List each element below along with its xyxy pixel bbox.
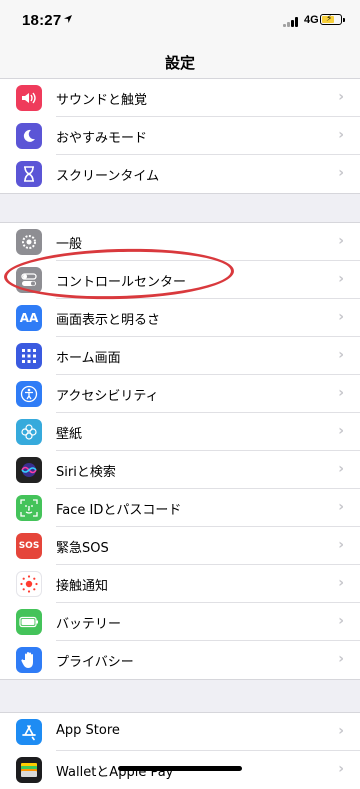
settings-row-siri-search[interactable]: Siriと検索 › [0, 451, 360, 489]
home-indicator[interactable] [118, 766, 242, 771]
row-label: 画面表示と明るさ [56, 313, 161, 328]
row-label: 緊急SOS [56, 541, 109, 556]
chevron-right-icon: › [338, 309, 344, 325]
settings-group-3: App Store › WalletとApple Pay › [0, 712, 360, 789]
row-label: おやすみモード [56, 131, 148, 146]
app-store-icon [16, 719, 42, 745]
gear-icon [16, 229, 42, 255]
row-label: スクリーンタイム [56, 169, 160, 184]
hourglass-icon [16, 161, 42, 187]
status-time: 18:27 [22, 12, 62, 29]
row-label: サウンドと触覚 [56, 93, 148, 108]
row-label: 一般 [56, 237, 83, 252]
siri-icon [16, 457, 42, 483]
navigation-bar: 設定 [0, 44, 360, 80]
settings-row-battery[interactable]: バッテリー › [0, 603, 360, 641]
page-title: 設定 [164, 54, 195, 72]
chevron-right-icon: › [338, 761, 344, 777]
settings-row-accessibility[interactable]: アクセシビリティ › [0, 375, 360, 413]
settings-row-privacy[interactable]: プライバシー › [0, 641, 360, 679]
network-type: 4G [304, 14, 319, 26]
battery-icon: ⚡ [320, 14, 345, 25]
wallet-icon [16, 757, 42, 783]
flower-icon [16, 419, 42, 445]
status-bar: 18:27 4G ⚡ [0, 0, 360, 44]
row-label: プライバシー [56, 655, 134, 670]
row-label: App Store [56, 723, 120, 738]
settings-row-face-id[interactable]: Face IDとパスコード › [0, 489, 360, 527]
chevron-right-icon: › [338, 347, 344, 363]
sos-icon: SOS [16, 533, 42, 559]
row-label: バッテリー [56, 617, 122, 632]
settings-row-do-not-disturb[interactable]: おやすみモード › [0, 117, 360, 155]
hand-icon [16, 647, 42, 673]
moon-icon [16, 123, 42, 149]
chevron-right-icon: › [338, 723, 344, 739]
chevron-right-icon: › [338, 271, 344, 287]
exposure-icon [16, 571, 42, 597]
settings-row-emergency-sos[interactable]: SOS 緊急SOS › [0, 527, 360, 565]
chevron-right-icon: › [338, 423, 344, 439]
chevron-right-icon: › [338, 499, 344, 515]
chevron-right-icon: › [338, 537, 344, 553]
chevron-right-icon: › [338, 233, 344, 249]
location-arrow-icon [64, 15, 72, 23]
accessibility-icon [16, 381, 42, 407]
cellular-signal-icon [283, 17, 301, 27]
row-label: 壁紙 [56, 427, 83, 442]
settings-row-sounds[interactable]: サウンドと触覚 › [0, 79, 360, 117]
row-label: Face IDとパスコード [56, 503, 182, 518]
chevron-right-icon: › [338, 89, 344, 105]
settings-row-app-store[interactable]: App Store › [0, 713, 360, 751]
text-size-icon: AA [16, 305, 42, 331]
chevron-right-icon: › [338, 127, 344, 143]
chevron-right-icon: › [338, 613, 344, 629]
row-label: ホーム画面 [56, 351, 121, 366]
settings-row-screen-time[interactable]: スクリーンタイム › [0, 155, 360, 193]
speaker-icon [16, 85, 42, 111]
chevron-right-icon: › [338, 651, 344, 667]
row-label: アクセシビリティ [56, 389, 159, 404]
settings-row-exposure-notifications[interactable]: 接触通知 › [0, 565, 360, 603]
settings-row-wallpaper[interactable]: 壁紙 › [0, 413, 360, 451]
settings-group-1: サウンドと触覚 › おやすみモード › スクリーンタイム › [0, 78, 360, 194]
row-label: Siriと検索 [56, 465, 116, 480]
settings-row-display-brightness[interactable]: AA 画面表示と明るさ › [0, 299, 360, 337]
settings-row-home-screen[interactable]: ホーム画面 › [0, 337, 360, 375]
chevron-right-icon: › [338, 461, 344, 477]
grid-icon [16, 343, 42, 369]
row-label: 接触通知 [56, 579, 109, 594]
battery-icon [16, 609, 42, 635]
chevron-right-icon: › [338, 385, 344, 401]
chevron-right-icon: › [338, 575, 344, 591]
face-id-icon [16, 495, 42, 521]
chevron-right-icon: › [338, 165, 344, 181]
